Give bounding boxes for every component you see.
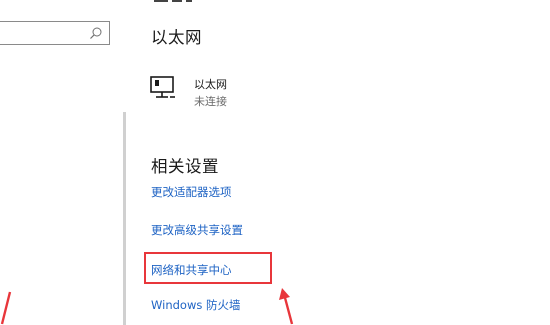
ethernet-adapter-name: 以太网: [194, 78, 227, 91]
ethernet-section-title: 以太网: [151, 28, 202, 47]
search-input[interactable]: [0, 21, 110, 45]
clipped-heading-fragment: [152, 0, 232, 4]
left-nav-pane: [0, 0, 128, 325]
related-settings-title: 相关设置: [151, 157, 219, 176]
highlight-box: [144, 252, 272, 284]
network-settings-window: 以太网 以太网 未连接 相关设置 更改适配器选项 更改高级共享设置 网络和共享中…: [0, 0, 550, 325]
change-advanced-sharing-link[interactable]: 更改高级共享设置: [151, 222, 243, 238]
search-icon: [90, 27, 102, 39]
scrollbar[interactable]: [123, 112, 126, 325]
annotation-arrow-partial-icon: [0, 291, 12, 325]
ethernet-adapter-item[interactable]: 以太网 未连接: [150, 70, 290, 114]
ethernet-monitor-icon: [150, 76, 175, 98]
windows-firewall-link[interactable]: Windows 防火墙: [151, 297, 241, 313]
change-adapter-options-link[interactable]: 更改适配器选项: [151, 184, 232, 200]
annotation-arrow-icon: [279, 288, 294, 325]
ethernet-adapter-status: 未连接: [194, 95, 227, 108]
